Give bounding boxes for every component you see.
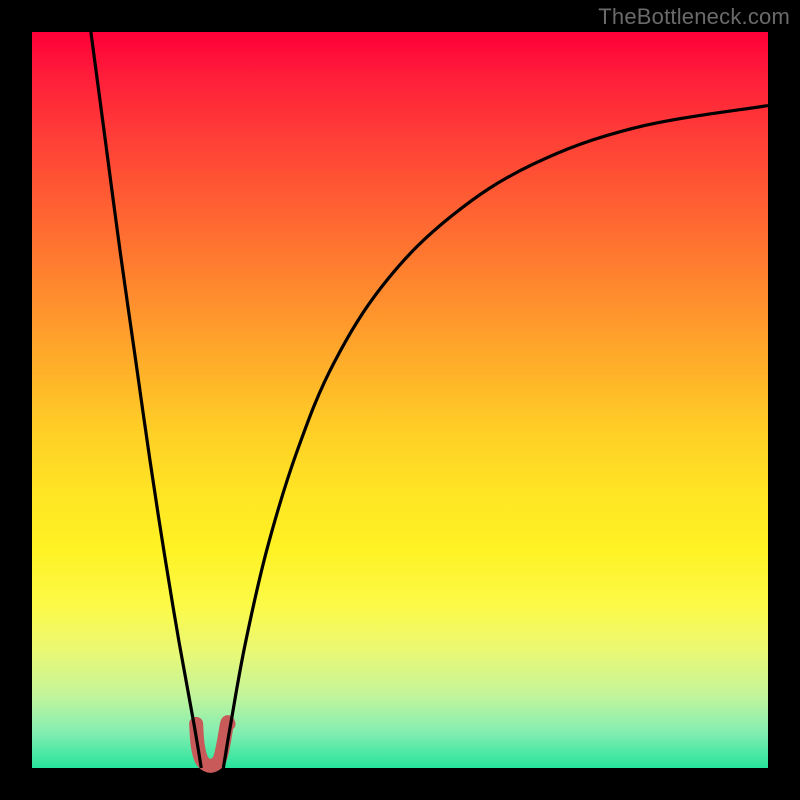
chart-frame: TheBottleneck.com [0,0,800,800]
chart-svg [0,0,800,800]
curve-left-arm [91,32,201,768]
watermark-text: TheBottleneck.com [598,4,790,30]
curve-right-arm [223,106,768,768]
